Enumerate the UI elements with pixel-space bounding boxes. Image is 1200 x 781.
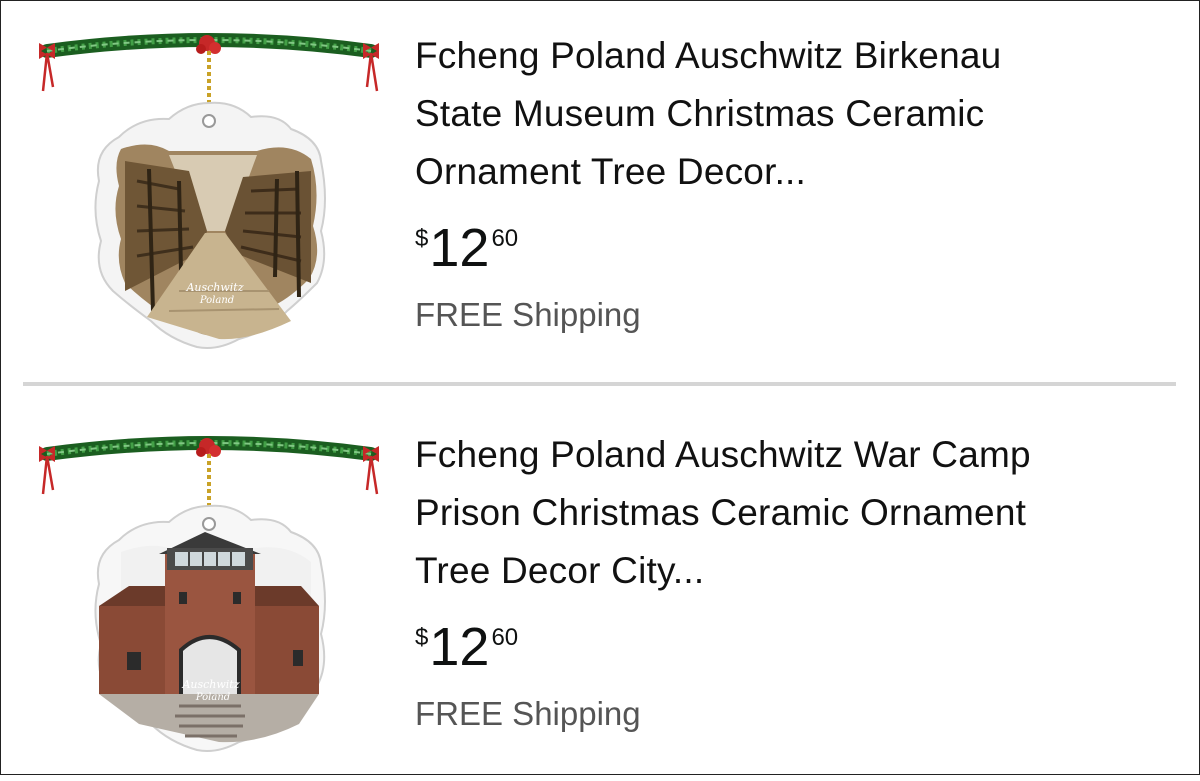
product-title-link[interactable]: Fcheng Poland Auschwitz War Camp Prison … [415, 426, 1175, 600]
price-fraction: 60 [491, 225, 519, 252]
result-info: Fcheng Poland Auschwitz Birkenau State M… [415, 27, 1175, 335]
ornament-caption: Auschwitz [185, 281, 243, 294]
title-line: Fcheng Poland Auschwitz Birkenau [415, 35, 1002, 76]
ornament-caption-sub: Poland [199, 295, 234, 306]
price-symbol: $ [415, 624, 429, 651]
title-line: Tree Decor City... [415, 550, 705, 591]
divider [23, 382, 1176, 386]
product-title-link[interactable]: Fcheng Poland Auschwitz Birkenau State M… [415, 27, 1175, 201]
shipping-text: FREE Shipping [415, 296, 641, 333]
product-image-ornament-gatehouse[interactable]: Auschwitz Poland [29, 424, 389, 769]
price: $ 12 60 [415, 221, 1175, 277]
price-whole: 12 [429, 218, 490, 278]
title-line: Fcheng Poland Auschwitz War Camp [415, 434, 1031, 475]
price-fraction: 60 [491, 624, 519, 651]
price-whole: 12 [429, 617, 490, 677]
result-item[interactable]: Auschwitz Poland Fcheng Poland Auschwitz… [1, 396, 1199, 781]
ornament-caption-sub: Poland [195, 692, 230, 703]
title-line: Prison Christmas Ceramic Ornament [415, 492, 1027, 533]
search-results-list: Auschwitz Poland Fcheng Poland Auschwitz… [0, 0, 1200, 775]
shipping-text: FREE Shipping [415, 695, 641, 732]
price: $ 12 60 [415, 620, 1175, 676]
ornament-caption: Auschwitz [181, 678, 239, 691]
price-symbol: $ [415, 225, 429, 252]
result-item[interactable]: Auschwitz Poland Fcheng Poland Auschwitz… [1, 1, 1199, 386]
product-image-ornament-rail-tracks[interactable]: Auschwitz Poland [29, 21, 389, 366]
title-line: Ornament Tree Decor... [415, 151, 807, 192]
title-line: State Museum Christmas Ceramic [415, 93, 985, 134]
result-info: Fcheng Poland Auschwitz War Camp Prison … [415, 426, 1175, 734]
